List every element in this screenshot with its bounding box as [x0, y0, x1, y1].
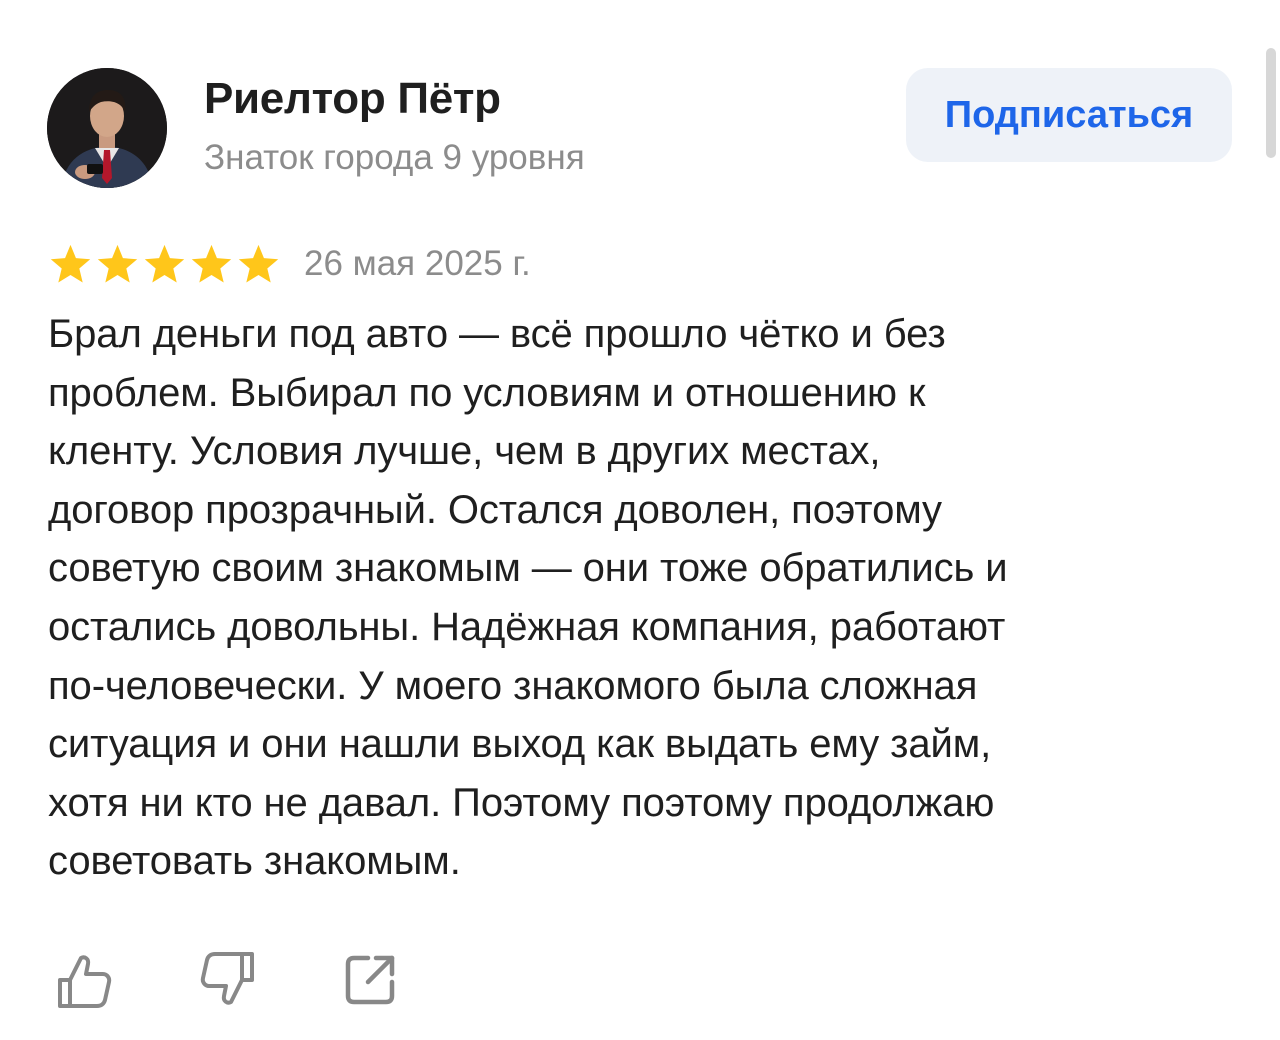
- star-rating: [48, 242, 281, 287]
- avatar[interactable]: [47, 68, 167, 188]
- thumbs-up-icon: [58, 955, 112, 1008]
- scrollbar[interactable]: [1266, 48, 1276, 158]
- dislike-button[interactable]: [196, 948, 260, 1012]
- thumbs-down-icon: [200, 952, 254, 1005]
- author-name[interactable]: Риелтор Пётр: [204, 74, 501, 124]
- like-button[interactable]: [52, 948, 116, 1012]
- avatar-photo: [47, 68, 167, 188]
- star-icon: [238, 244, 279, 283]
- star-icon: [191, 244, 232, 283]
- review-text: Брал деньги под авто — всё прошло чётко …: [48, 312, 1008, 884]
- star-icon: [144, 244, 185, 283]
- author-level: Знаток города 9 уровня: [204, 138, 585, 177]
- share-button[interactable]: [338, 948, 402, 1012]
- star-icon: [50, 244, 91, 283]
- review-date: 26 мая 2025 г.: [304, 244, 531, 283]
- subscribe-button[interactable]: Подписаться: [906, 68, 1232, 162]
- star-icon: [97, 244, 138, 283]
- share-icon: [345, 955, 395, 1005]
